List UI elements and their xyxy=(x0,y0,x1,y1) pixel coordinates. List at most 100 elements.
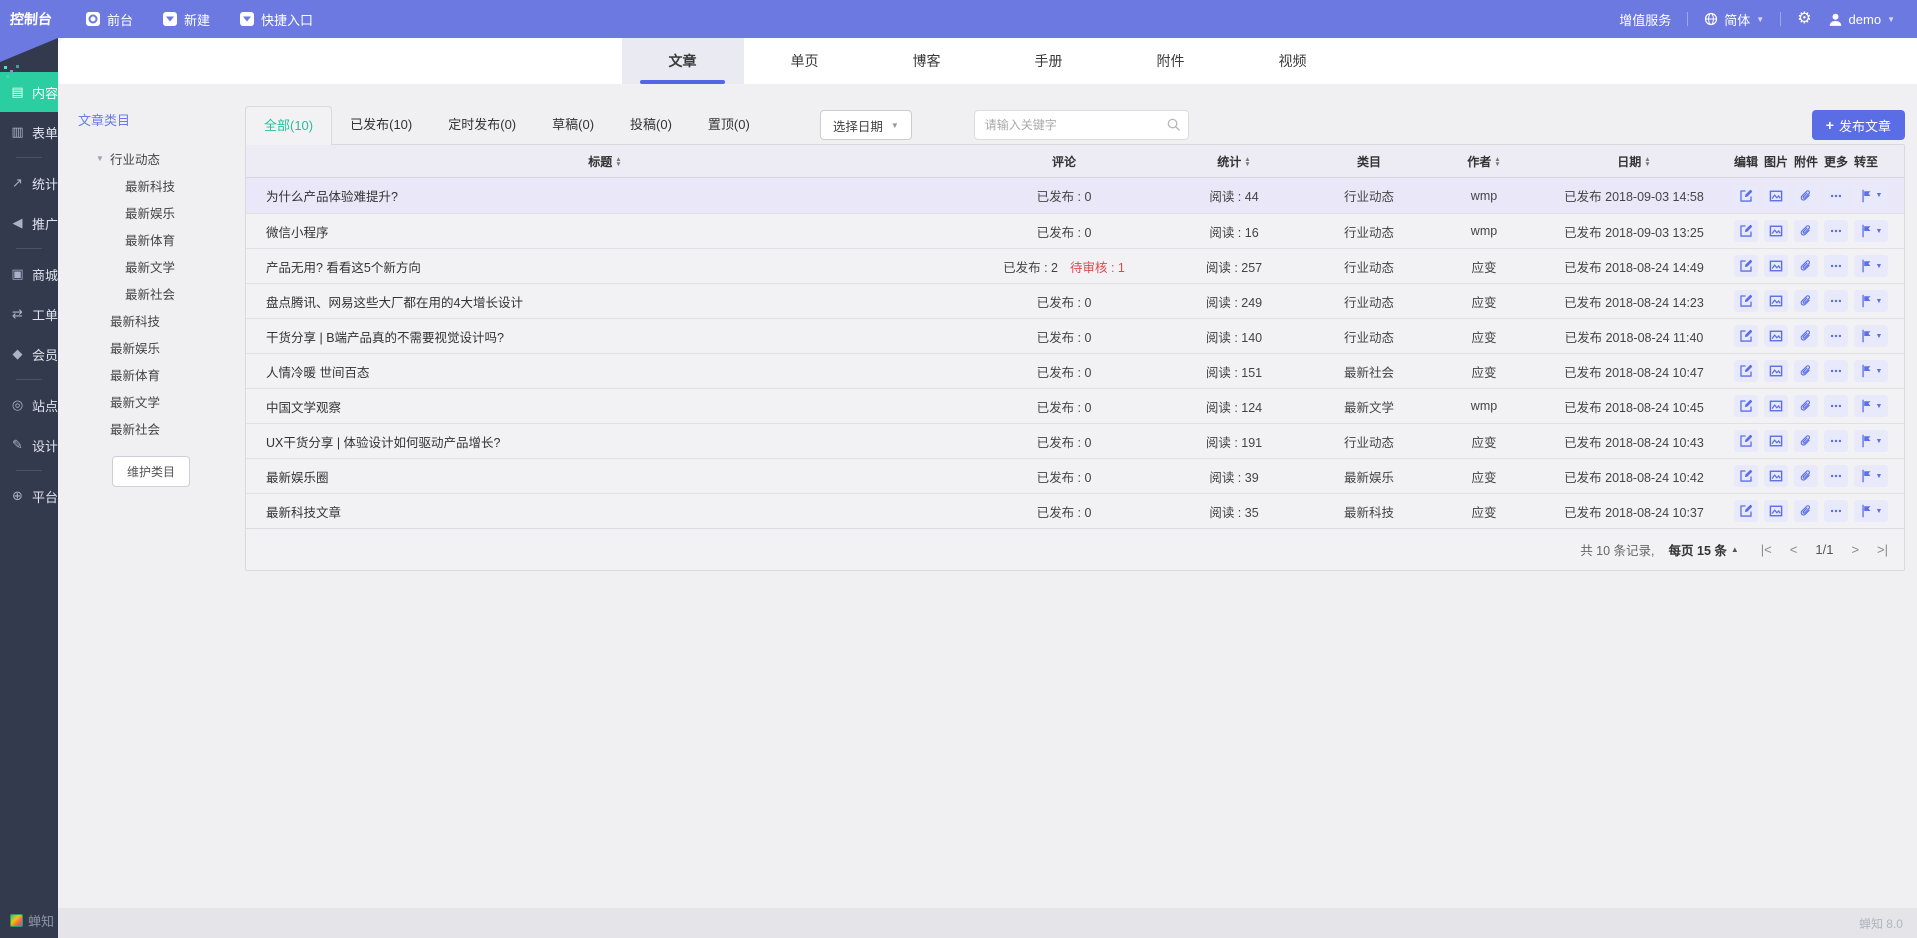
topbar-menu-item[interactable]: 快捷入口 xyxy=(240,10,313,29)
article-title-link[interactable]: 产品无用? 看看这5个新方向 xyxy=(246,257,964,276)
goto-button[interactable]: ▼ xyxy=(1854,500,1888,522)
edit-button[interactable] xyxy=(1734,360,1758,382)
attachment-button[interactable] xyxy=(1794,290,1818,312)
more-button[interactable] xyxy=(1824,185,1848,207)
edit-button[interactable] xyxy=(1734,430,1758,452)
category-tree-item[interactable]: 最新文学 xyxy=(78,253,253,280)
maintain-categories-button[interactable]: 维护类目 xyxy=(112,456,190,487)
column-header-date[interactable]: 日期▲▼ xyxy=(1534,153,1734,170)
goto-button[interactable]: ▼ xyxy=(1854,220,1888,242)
topbar-menu-item[interactable]: 新建 xyxy=(163,10,210,29)
edit-button[interactable] xyxy=(1734,465,1758,487)
image-button[interactable] xyxy=(1764,465,1788,487)
category-panel-title[interactable]: 文章类目 xyxy=(78,110,253,129)
image-button[interactable] xyxy=(1764,290,1788,312)
goto-button[interactable]: ▼ xyxy=(1854,395,1888,417)
category-tree-item[interactable]: 最新科技 xyxy=(78,172,253,199)
next-page-button[interactable]: > xyxy=(1851,542,1859,557)
attachment-button[interactable] xyxy=(1794,430,1818,452)
module-tab[interactable]: 单页 xyxy=(744,38,866,84)
first-page-button[interactable]: |< xyxy=(1761,542,1772,557)
more-button[interactable] xyxy=(1824,325,1848,347)
settings-gear-button[interactable]: ⚙ xyxy=(1797,11,1811,27)
sidebar-item[interactable]: 工单 xyxy=(0,294,58,334)
sidebar-item[interactable]: 平台 xyxy=(0,476,58,516)
category-tree-item[interactable]: 最新社会 xyxy=(78,415,253,442)
last-page-button[interactable]: >| xyxy=(1877,542,1888,557)
attachment-button[interactable] xyxy=(1794,500,1818,522)
status-filter-tab[interactable]: 定时发布(0) xyxy=(430,106,534,144)
date-filter-button[interactable]: 选择日期 ▼ xyxy=(820,110,912,140)
article-title-link[interactable]: 最新科技文章 xyxy=(246,502,964,521)
goto-button[interactable]: ▼ xyxy=(1854,255,1888,277)
image-button[interactable] xyxy=(1764,430,1788,452)
per-page-selector[interactable]: 每页 15 条 ▲ xyxy=(1669,540,1739,559)
sidebar-item[interactable]: 设计 xyxy=(0,425,58,465)
image-button[interactable] xyxy=(1764,220,1788,242)
prev-page-button[interactable]: < xyxy=(1790,542,1798,557)
sidebar-item[interactable]: 商城 xyxy=(0,254,58,294)
image-button[interactable] xyxy=(1764,325,1788,347)
value-added-services-link[interactable]: 增值服务 xyxy=(1619,10,1671,29)
topbar-menu-item[interactable]: 前台 xyxy=(86,10,133,29)
image-button[interactable] xyxy=(1764,185,1788,207)
more-button[interactable] xyxy=(1824,255,1848,277)
image-button[interactable] xyxy=(1764,255,1788,277)
article-title-link[interactable]: 人情冷暖 世间百态 xyxy=(246,362,964,381)
attachment-button[interactable] xyxy=(1794,255,1818,277)
status-filter-tab[interactable]: 已发布(10) xyxy=(332,106,430,144)
more-button[interactable] xyxy=(1824,465,1848,487)
module-tab[interactable]: 手册 xyxy=(988,38,1110,84)
publish-article-button[interactable]: + 发布文章 xyxy=(1812,110,1905,140)
user-menu[interactable]: demo ▼ xyxy=(1828,12,1895,27)
module-tab[interactable]: 文章 xyxy=(622,38,744,84)
goto-button[interactable]: ▼ xyxy=(1854,185,1888,207)
column-header-title[interactable]: 标题▲▼ xyxy=(246,153,964,170)
category-tree-item[interactable]: 最新社会 xyxy=(78,280,253,307)
sidebar-item[interactable]: 统计 xyxy=(0,163,58,203)
article-title-link[interactable]: 盘点腾讯、网易这些大厂都在用的4大增长设计 xyxy=(246,292,964,311)
module-tab[interactable]: 视频 xyxy=(1232,38,1354,84)
attachment-button[interactable] xyxy=(1794,395,1818,417)
category-tree-item[interactable]: 最新科技 xyxy=(78,307,253,334)
category-tree-item[interactable]: ▼ 行业动态 xyxy=(78,145,253,172)
tree-collapse-caret-icon[interactable]: ▼ xyxy=(96,154,110,163)
module-tab[interactable]: 附件 xyxy=(1110,38,1232,84)
attachment-button[interactable] xyxy=(1794,360,1818,382)
edit-button[interactable] xyxy=(1734,325,1758,347)
sidebar-item[interactable]: 表单 xyxy=(0,112,58,152)
sidebar-item[interactable]: 站点 xyxy=(0,385,58,425)
image-button[interactable] xyxy=(1764,395,1788,417)
article-title-link[interactable]: 中国文学观察 xyxy=(246,397,964,416)
attachment-button[interactable] xyxy=(1794,185,1818,207)
status-filter-tab[interactable]: 置顶(0) xyxy=(690,106,768,144)
status-filter-tab[interactable]: 投稿(0) xyxy=(612,106,690,144)
category-tree-item[interactable]: 最新体育 xyxy=(78,226,253,253)
image-button[interactable] xyxy=(1764,500,1788,522)
category-tree-item[interactable]: 最新体育 xyxy=(78,361,253,388)
attachment-button[interactable] xyxy=(1794,220,1818,242)
more-button[interactable] xyxy=(1824,395,1848,417)
goto-button[interactable]: ▼ xyxy=(1854,430,1888,452)
column-header-author[interactable]: 作者▲▼ xyxy=(1434,153,1534,170)
edit-button[interactable] xyxy=(1734,500,1758,522)
article-title-link[interactable]: 最新娱乐圈 xyxy=(246,467,964,486)
goto-button[interactable]: ▼ xyxy=(1854,465,1888,487)
edit-button[interactable] xyxy=(1734,185,1758,207)
language-switcher[interactable]: 简体 ▼ xyxy=(1704,10,1764,29)
sidebar-item[interactable]: 会员 xyxy=(0,334,58,374)
more-button[interactable] xyxy=(1824,430,1848,452)
status-filter-tab[interactable]: 全部(10) xyxy=(245,106,332,145)
category-tree-item[interactable]: 最新娱乐 xyxy=(78,199,253,226)
app-logo[interactable]: 控制台 xyxy=(0,9,63,29)
goto-button[interactable]: ▼ xyxy=(1854,360,1888,382)
sidebar-item[interactable]: 内容 xyxy=(0,72,58,112)
search-icon[interactable] xyxy=(1166,117,1181,132)
edit-button[interactable] xyxy=(1734,255,1758,277)
more-button[interactable] xyxy=(1824,290,1848,312)
status-filter-tab[interactable]: 草稿(0) xyxy=(534,106,612,144)
article-title-link[interactable]: 干货分享 | B端产品真的不需要视觉设计吗? xyxy=(246,327,964,346)
module-tab[interactable]: 博客 xyxy=(866,38,988,84)
goto-button[interactable]: ▼ xyxy=(1854,325,1888,347)
attachment-button[interactable] xyxy=(1794,465,1818,487)
